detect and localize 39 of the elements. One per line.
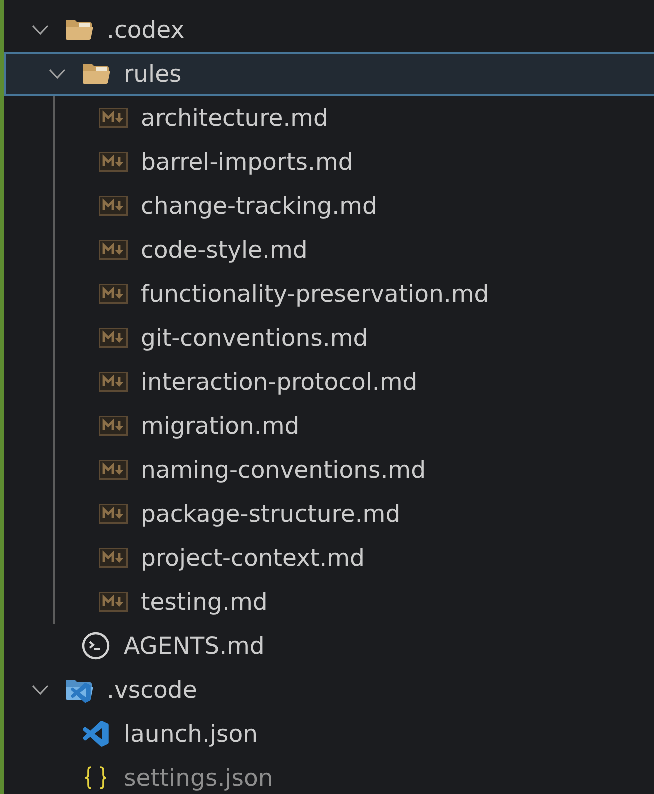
file-item[interactable]: AGENTS.md [4,624,654,668]
chevron-icon[interactable] [32,25,49,35]
folder-item[interactable]: rules [4,52,654,96]
file-item[interactable]: git-conventions.md [4,316,654,360]
file-item[interactable]: code-style.md [4,228,654,272]
file-item[interactable]: project-context.md [4,536,654,580]
file-item[interactable]: migration.md [4,404,654,448]
file-item[interactable]: architecture.md [4,96,654,140]
file-item[interactable]: change-tracking.md [4,184,654,228]
chevron-icon[interactable] [49,69,66,79]
file-item[interactable]: naming-conventions.md [4,448,654,492]
markdown-icon [98,592,128,612]
markdown-icon [98,284,128,304]
markdown-icon [98,460,128,480]
file-item[interactable]: settings.json [4,756,654,794]
ribbon-logo-icon [83,721,109,747]
chevron-icon[interactable] [32,685,49,695]
open-folder-icon [82,63,110,85]
file-item[interactable]: launch.json [4,712,654,756]
markdown-icon [98,548,128,568]
folder-item[interactable]: .codex [4,8,654,52]
file-item[interactable]: package-structure.md [4,492,654,536]
open-folder-icon [64,19,94,41]
markdown-icon [98,240,128,260]
file-item[interactable]: functionality-preservation.md [4,272,654,316]
markdown-icon [98,372,128,392]
markdown-icon [98,196,128,216]
file-item[interactable]: barrel-imports.md [4,140,654,184]
terminal-circle-icon [82,632,110,660]
folder-item[interactable]: .vscode [4,668,654,712]
markdown-icon [98,416,128,436]
file-item[interactable]: testing.md [4,580,654,624]
markdown-icon [98,152,128,172]
folder-with-logo-icon [64,677,94,703]
markdown-icon [98,108,128,128]
file-item[interactable]: interaction-protocol.md [4,360,654,404]
markdown-icon [98,504,128,524]
braces-icon [84,766,108,790]
markdown-icon [98,328,128,348]
